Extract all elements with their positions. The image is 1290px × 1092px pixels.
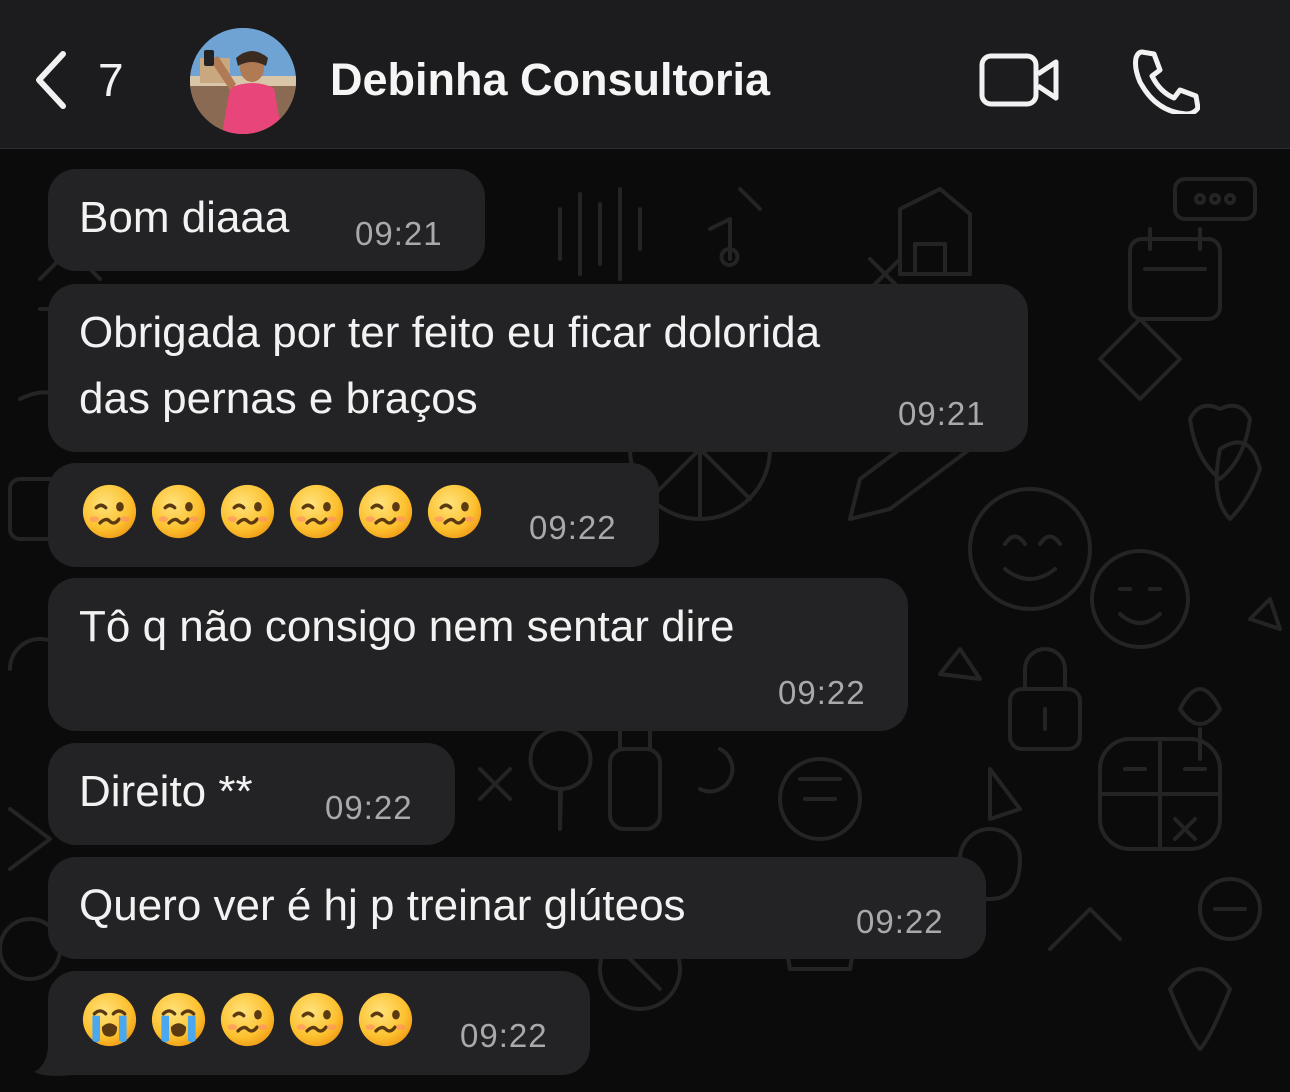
message-bubble[interactable]: Direito ** 09:22 bbox=[48, 743, 455, 845]
message-text: Direito ** bbox=[79, 767, 253, 816]
woozy-face-emoji bbox=[427, 484, 482, 539]
woozy-face-emoji bbox=[358, 484, 413, 539]
message-time: 09:22 bbox=[529, 509, 617, 546]
voice-call-button[interactable] bbox=[1128, 46, 1201, 117]
video-camera-icon bbox=[979, 53, 1059, 107]
woozy-face-emoji bbox=[358, 992, 413, 1047]
loudly-crying-face-emoji bbox=[82, 992, 137, 1047]
loudly-crying-face-emoji bbox=[151, 992, 206, 1047]
emoji-row bbox=[81, 483, 483, 540]
message-time: 09:22 bbox=[856, 903, 944, 940]
unread-count: 7 bbox=[98, 54, 124, 106]
woozy-face-emoji bbox=[151, 484, 206, 539]
message-text: Tô q não consigo nem sentar dire bbox=[79, 602, 735, 651]
message-time: 09:22 bbox=[778, 674, 866, 711]
phone-icon bbox=[1133, 49, 1201, 117]
message-time: 09:21 bbox=[355, 215, 443, 252]
chevron-left-icon bbox=[36, 51, 66, 109]
message-bubble[interactable]: Obrigada por ter feito eu ficar dolorida… bbox=[48, 284, 1028, 452]
woozy-face-emoji bbox=[220, 992, 275, 1047]
message-text-line: Obrigada por ter feito eu ficar dolorida bbox=[79, 308, 821, 357]
woozy-face-emoji bbox=[289, 992, 344, 1047]
avatar-photo bbox=[190, 28, 296, 134]
back-button[interactable]: 7 bbox=[30, 45, 150, 115]
contact-name[interactable]: Debinha Consultoria bbox=[330, 54, 770, 106]
message-time: 09:21 bbox=[898, 395, 986, 432]
message-bubble[interactable]: Bom diaaa 09:21 bbox=[48, 169, 485, 271]
message-time: 09:22 bbox=[460, 1017, 548, 1054]
message-bubble[interactable]: Quero ver é hj p treinar glúteos 09:22 bbox=[48, 857, 986, 959]
woozy-face-emoji bbox=[289, 484, 344, 539]
contact-avatar[interactable] bbox=[190, 28, 296, 134]
chat-header: 7 Debinha Consultoria bbox=[0, 0, 1290, 149]
emoji-row bbox=[81, 991, 414, 1048]
video-call-button[interactable] bbox=[978, 50, 1062, 110]
message-time: 09:22 bbox=[325, 789, 413, 826]
message-text: Quero ver é hj p treinar glúteos bbox=[79, 881, 686, 930]
woozy-face-emoji bbox=[82, 484, 137, 539]
message-text-line: das pernas e braços bbox=[79, 374, 478, 423]
woozy-face-emoji bbox=[220, 484, 275, 539]
message-bubble[interactable]: 09:22 bbox=[48, 463, 659, 567]
message-bubble[interactable]: 09:22 bbox=[48, 971, 590, 1075]
message-bubble[interactable]: Tô q não consigo nem sentar dire 09:22 bbox=[48, 578, 908, 731]
message-text: Bom diaaa bbox=[79, 193, 290, 242]
